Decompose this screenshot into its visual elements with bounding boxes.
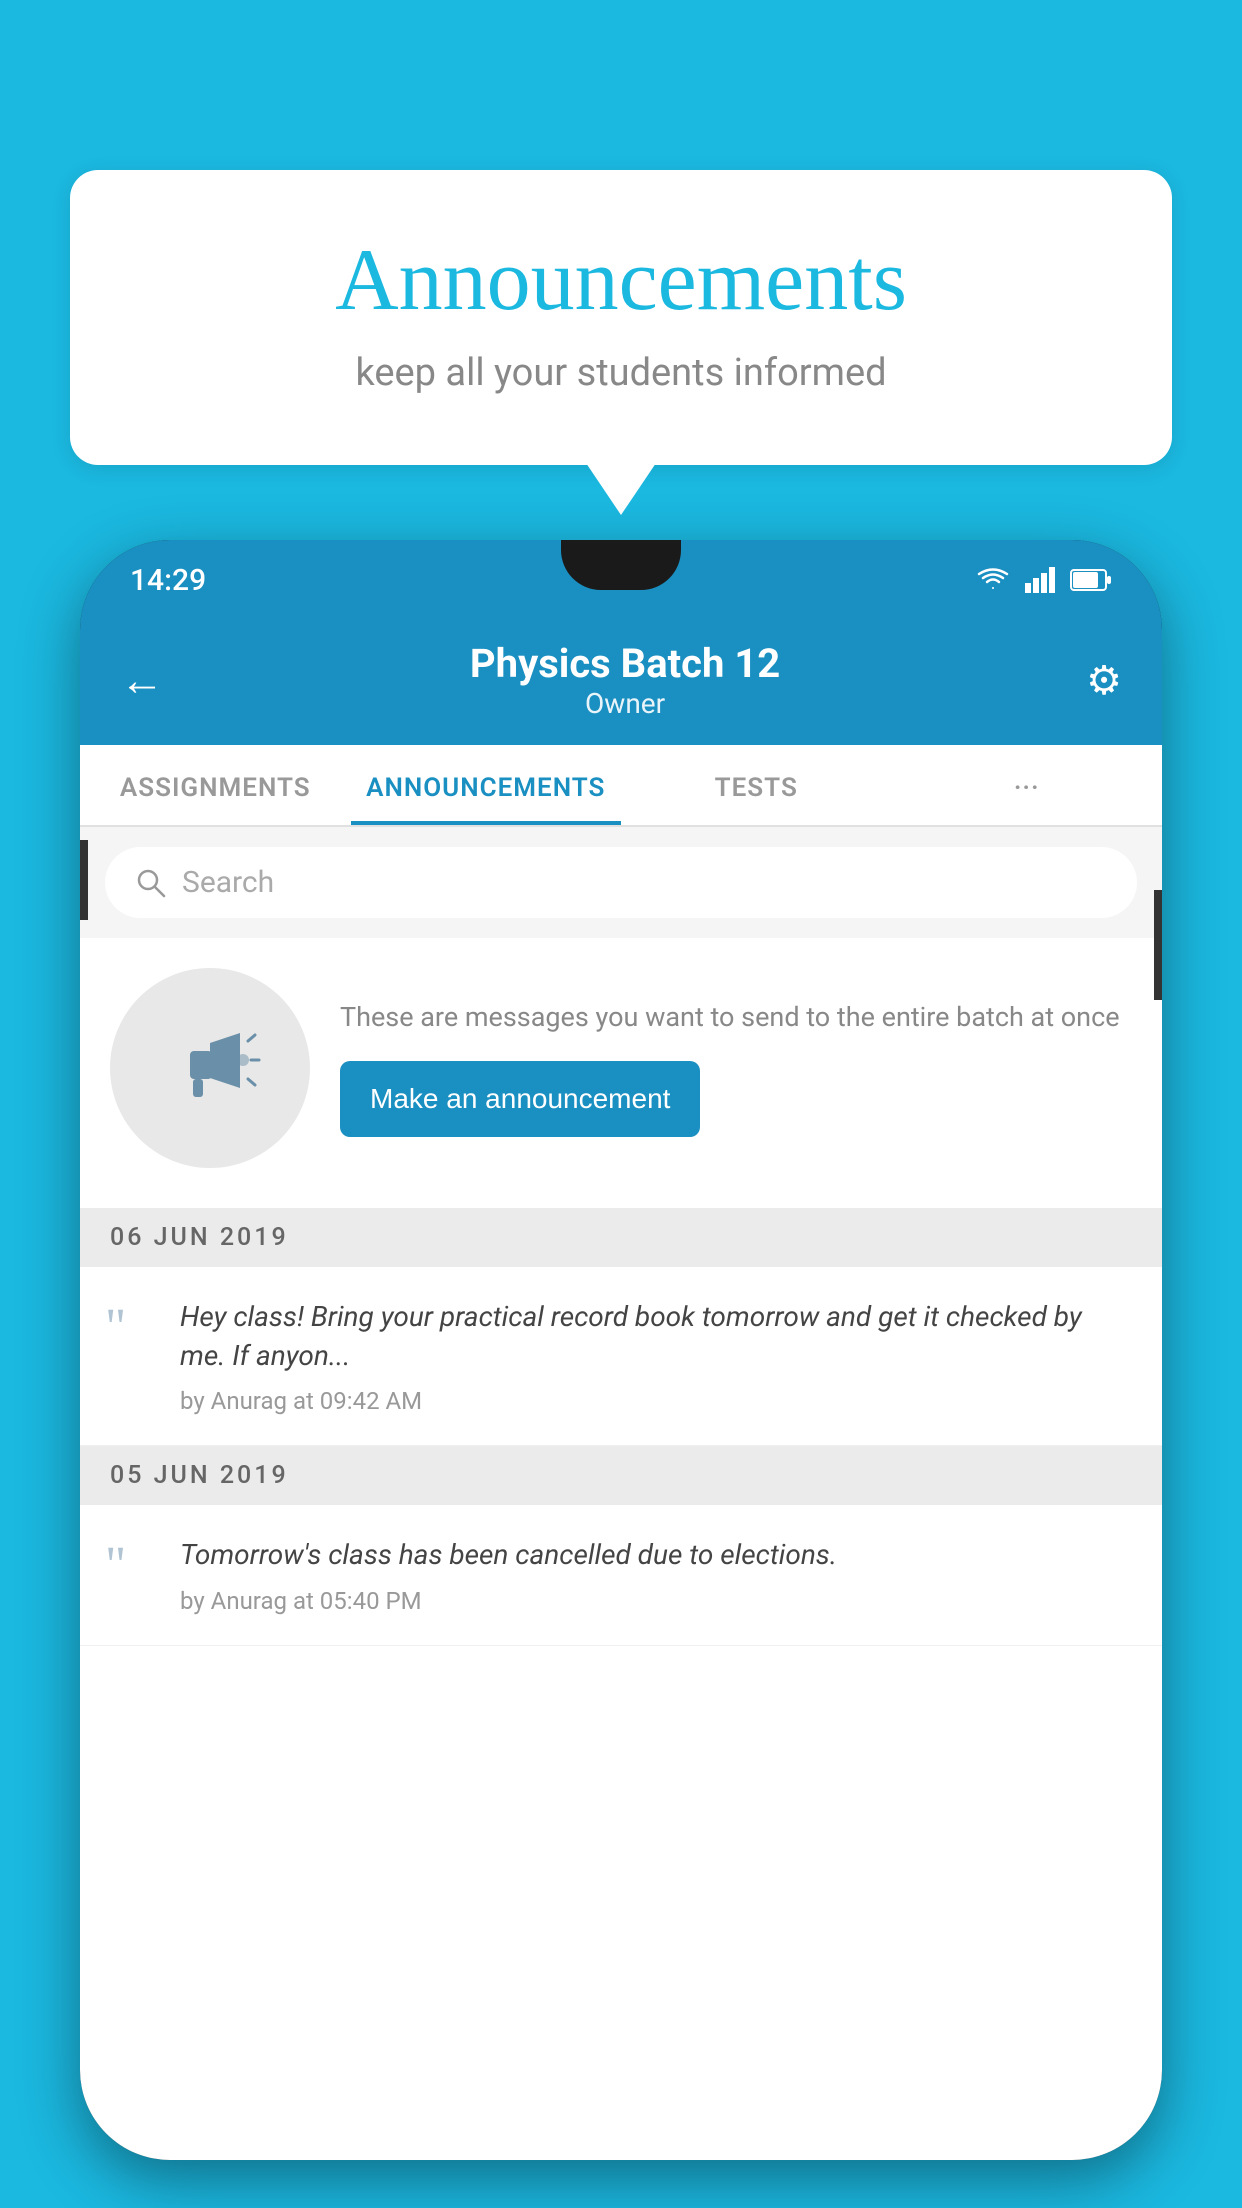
megaphone-icon: [155, 1013, 265, 1123]
app-toolbar: ← Physics Batch 12 Owner ⚙: [80, 620, 1162, 745]
search-placeholder: Search: [182, 865, 274, 900]
battery-icon: [1070, 569, 1112, 591]
tabs-bar: ASSIGNMENTS ANNOUNCEMENTS TESTS ···: [80, 745, 1162, 827]
status-icons: [976, 567, 1112, 593]
tab-announcements[interactable]: ANNOUNCEMENTS: [351, 745, 622, 825]
speech-bubble-card: Announcements keep all your students inf…: [70, 170, 1172, 465]
promo-right: These are messages you want to send to t…: [340, 999, 1132, 1138]
search-container: Search: [80, 827, 1162, 938]
tab-more[interactable]: ···: [892, 745, 1163, 825]
notch: [561, 540, 681, 590]
promo-description: These are messages you want to send to t…: [340, 999, 1132, 1037]
promo-icon-circle: [110, 968, 310, 1168]
status-time: 14:29: [130, 563, 976, 598]
make-announcement-button[interactable]: Make an announcement: [340, 1061, 700, 1137]
date-separator-1: 06 JUN 2019: [80, 1208, 1162, 1267]
toolbar-title-group: Physics Batch 12 Owner: [164, 640, 1086, 720]
quote-icon-2: ": [105, 1535, 155, 1592]
phone-body: 14:29: [80, 540, 1162, 2160]
phone-frame: 14:29: [80, 540, 1162, 2208]
announcement-text-2: Tomorrow's class has been cancelled due …: [180, 1535, 1132, 1614]
tab-assignments[interactable]: ASSIGNMENTS: [80, 745, 351, 825]
settings-button[interactable]: ⚙: [1086, 657, 1122, 704]
promo-card: These are messages you want to send to t…: [80, 938, 1162, 1208]
toolbar-subtitle: Owner: [164, 687, 1086, 720]
power-button: [1154, 890, 1162, 1000]
wifi-icon: [976, 567, 1010, 593]
status-bar: 14:29: [80, 540, 1162, 620]
search-icon: [135, 867, 167, 899]
announcement-meta-2: by Anurag at 05:40 PM: [180, 1587, 1132, 1615]
announcement-item-2[interactable]: " Tomorrow's class has been cancelled du…: [80, 1505, 1162, 1645]
quote-icon-1: ": [105, 1297, 155, 1354]
announcement-item-1[interactable]: " Hey class! Bring your practical record…: [80, 1267, 1162, 1446]
bubble-subtitle: keep all your students informed: [120, 351, 1122, 395]
phone-content: Search: [80, 827, 1162, 2160]
signal-icon: [1025, 567, 1055, 593]
announcement-text-1: Hey class! Bring your practical record b…: [180, 1297, 1132, 1415]
date-separator-2: 05 JUN 2019: [80, 1446, 1162, 1505]
volume-button: [80, 840, 88, 920]
announcement-meta-1: by Anurag at 09:42 AM: [180, 1387, 1132, 1415]
search-bar[interactable]: Search: [105, 847, 1137, 918]
tab-tests[interactable]: TESTS: [621, 745, 892, 825]
bubble-title: Announcements: [120, 230, 1122, 331]
toolbar-title: Physics Batch 12: [164, 640, 1086, 687]
announcement-body-1: Hey class! Bring your practical record b…: [180, 1297, 1132, 1375]
announcement-body-2: Tomorrow's class has been cancelled due …: [180, 1535, 1132, 1574]
back-button[interactable]: ←: [120, 654, 164, 706]
